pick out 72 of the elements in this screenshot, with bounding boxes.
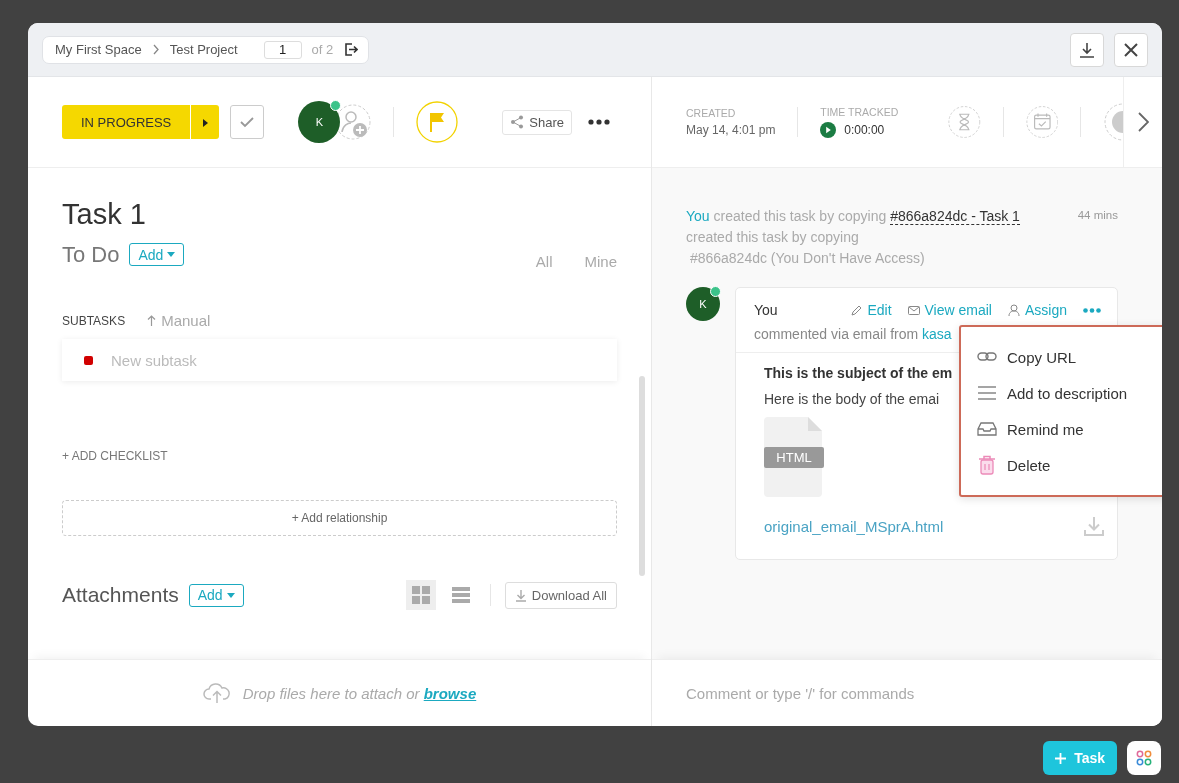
trash-icon <box>977 455 997 475</box>
pencil-icon <box>851 304 863 316</box>
chevron-right-icon <box>151 44 160 55</box>
calendar-icon[interactable] <box>1025 103 1059 141</box>
caret-icon <box>226 592 235 598</box>
email-body: Here is the body of the emai <box>764 391 940 407</box>
download-all-button[interactable]: Download All <box>504 581 617 609</box>
attachments-heading: Attachments <box>62 583 179 607</box>
inbox-icon <box>977 422 997 436</box>
play-icon[interactable] <box>820 122 837 138</box>
menu-item[interactable]: Remind me <box>961 411 1162 447</box>
hourglass-icon[interactable] <box>948 103 981 141</box>
page-field[interactable]: 1 <box>263 40 302 59</box>
grid-view-button[interactable] <box>405 580 436 610</box>
activity-text: You created this task by copying #866a824dc - Task 1 created this task by copying #866a824dc (You Don't Have Access) <box>686 207 1020 268</box>
grid-icon <box>411 586 430 604</box>
minimize-button[interactable] <box>1070 32 1104 67</box>
activity-time: 44 mins <box>1077 209 1118 221</box>
subtask-field[interactable]: New subtask <box>109 350 513 370</box>
close-icon <box>1123 41 1139 58</box>
more-icon[interactable] <box>588 119 610 125</box>
download-icon <box>514 588 527 602</box>
comment-author: You <box>754 302 778 318</box>
subtasks-label: SUBTASKS <box>62 313 126 328</box>
flag-icon[interactable] <box>416 101 459 143</box>
arrow-up-icon <box>147 315 157 326</box>
checkmark-icon <box>240 116 255 128</box>
task-title[interactable]: Task 1 <box>62 198 617 231</box>
download-icon[interactable] <box>1083 515 1105 537</box>
share-button[interactable]: Share <box>502 109 572 135</box>
apps-icon <box>1136 750 1152 766</box>
breadcrumb-link[interactable]: Test Project <box>169 42 238 57</box>
page-count: of 2 <box>311 42 334 57</box>
add-relationship-button[interactable]: + Add relationship <box>62 500 617 536</box>
envelope-icon <box>907 305 920 315</box>
menu-item[interactable]: Add to description <box>961 375 1162 411</box>
time-tracked-label: TIME TRACKED <box>820 106 899 118</box>
caret-icon <box>167 252 176 257</box>
plus-icon <box>1055 752 1067 764</box>
menu-item[interactable]: Copy URL <box>961 339 1162 375</box>
time-tracked-value: 0:00:00 <box>844 123 885 137</box>
add-checklist-link[interactable]: + ADD CHECKLIST <box>62 449 168 463</box>
upload-cloud-icon[interactable] <box>202 682 231 704</box>
lines-icon <box>977 386 997 400</box>
user-avatar[interactable]: K <box>686 287 720 321</box>
caret-icon <box>202 118 209 127</box>
link-icon <box>977 351 997 363</box>
apps-button[interactable] <box>1127 741 1161 775</box>
user-avatar[interactable]: K <box>298 101 341 143</box>
complete-button[interactable] <box>230 105 265 139</box>
drop-hint: Drop files here to attach or browse <box>242 684 477 702</box>
comment-source: commented via email from kasa <box>754 326 952 342</box>
status-square-icon <box>84 355 93 365</box>
person-icon <box>1007 304 1020 316</box>
email-subject: This is the subject of the em <box>764 365 953 381</box>
created-date: May 14, 4:01 pm <box>686 123 776 137</box>
close-button[interactable] <box>1114 32 1148 67</box>
menu-item[interactable]: Delete <box>961 447 1162 483</box>
checklist-heading: To Do <box>62 241 120 268</box>
download-icon <box>1078 40 1096 59</box>
file-type-badge: HTML <box>764 447 824 468</box>
created-label: CREATED <box>686 107 737 119</box>
status-button[interactable]: IN PROGRESS <box>62 105 191 139</box>
breadcrumb-link[interactable]: My First Space <box>55 42 142 57</box>
status-next-button[interactable] <box>190 105 220 139</box>
add-assignee-icon[interactable] <box>335 104 372 140</box>
export-icon[interactable] <box>343 42 359 57</box>
task-link[interactable]: #866a824dc - Task 1 <box>890 208 1020 225</box>
list-icon <box>451 587 470 603</box>
chevron-right-icon[interactable] <box>1137 112 1150 132</box>
scrollbar[interactable] <box>639 376 645 576</box>
share-icon <box>510 115 525 129</box>
